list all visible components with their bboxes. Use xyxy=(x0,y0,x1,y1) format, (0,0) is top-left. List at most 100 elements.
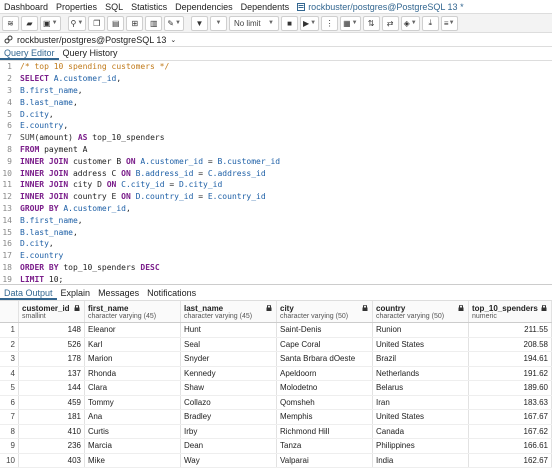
code-line[interactable]: 19 LIMIT 10; xyxy=(0,273,552,284)
table-row[interactable]: 7 181 Ana Bradley Memphis United States 167.67 xyxy=(0,410,552,425)
table-row[interactable]: 5 144 Clara Shaw Molodetno Belarus 189.60 xyxy=(0,381,552,396)
table-cell[interactable]: 183.63 xyxy=(469,395,552,409)
code-line[interactable]: 5 D.city, xyxy=(0,108,552,120)
menu-dependents[interactable]: Dependents xyxy=(237,0,294,14)
table-cell[interactable]: 181 xyxy=(19,410,85,424)
table-cell[interactable]: Marcia xyxy=(85,439,181,453)
macros-button[interactable]: ≡ ▼ xyxy=(440,15,458,31)
column-header[interactable]: country character varying (50) xyxy=(373,301,469,322)
code-line[interactable]: 4 B.last_name, xyxy=(0,96,552,108)
table-cell[interactable]: Iran xyxy=(373,395,469,409)
limit-select[interactable]: No limit ▼ xyxy=(228,15,279,31)
table-cell[interactable]: Mike xyxy=(85,453,181,467)
download-button[interactable]: ⤓ xyxy=(421,15,439,31)
tab-query-history[interactable]: Query History xyxy=(59,47,122,60)
menu-dependencies[interactable]: Dependencies xyxy=(171,0,237,14)
table-cell[interactable]: Runion xyxy=(373,323,469,337)
filter-dropdown-button[interactable]: ▼ xyxy=(209,15,227,31)
sql-editor[interactable]: 1 /* top 10 spending customers */2 SELECT … xyxy=(0,61,552,285)
table-cell[interactable]: 208.58 xyxy=(469,337,552,351)
table-row[interactable]: 10 403 Mike Way Valparai India 162.67 xyxy=(0,453,552,468)
code-line[interactable]: 15 B.last_name, xyxy=(0,226,552,238)
find-button[interactable]: ⚲ ▼ xyxy=(67,15,87,31)
code-line[interactable]: 7 SUM (amount) AS top_10_spenders xyxy=(0,132,552,144)
table-cell[interactable]: Eleanor xyxy=(85,323,181,337)
explain-analyze-button[interactable]: ▦ ▼ xyxy=(340,15,361,31)
table-cell[interactable]: 167.67 xyxy=(469,410,552,424)
table-cell[interactable]: Saint-Denis xyxy=(277,323,373,337)
code-line[interactable]: 11 INNER JOIN city D ON C.city_id = D.cit… xyxy=(0,179,552,191)
table-cell[interactable]: Marion xyxy=(85,352,181,366)
table-cell[interactable]: Tommy xyxy=(85,395,181,409)
code-line[interactable]: 17 E.country xyxy=(0,250,552,262)
execute-button[interactable]: ▶ ▼ xyxy=(299,15,320,31)
rollback-button[interactable]: ⇄ xyxy=(381,15,399,31)
connection-bar[interactable]: rockbuster/postgres@PostgreSQL 13 ⌄ xyxy=(0,33,552,47)
code-line[interactable]: 6 E.country, xyxy=(0,120,552,132)
table-cell[interactable]: 144 xyxy=(19,381,85,395)
copy-button[interactable]: ❐ xyxy=(88,15,106,31)
filter-button[interactable]: ▼ xyxy=(190,15,208,31)
table-cell[interactable]: 526 xyxy=(19,337,85,351)
clear-button[interactable]: ◈ ▼ xyxy=(400,15,420,31)
table-cell[interactable]: 162.67 xyxy=(469,453,552,467)
column-header[interactable]: top_10_spenders numeric xyxy=(469,301,552,322)
table-cell[interactable]: Bradley xyxy=(181,410,277,424)
table-cell[interactable]: Richmond Hill xyxy=(277,424,373,438)
table-cell[interactable]: Cape Coral xyxy=(277,337,373,351)
table-cell[interactable]: 410 xyxy=(19,424,85,438)
stop-button[interactable]: ■ xyxy=(280,15,298,31)
menu-dashboard[interactable]: Dashboard xyxy=(0,0,52,14)
table-cell[interactable]: 459 xyxy=(19,395,85,409)
table-cell[interactable]: 403 xyxy=(19,453,85,467)
table-cell[interactable]: Way xyxy=(181,453,277,467)
db-button[interactable]: ≋ xyxy=(2,15,19,31)
tab-explain[interactable]: Explain xyxy=(57,287,95,300)
table-row[interactable]: 6 459 Tommy Collazo Qomsheh Iran 183.63 xyxy=(0,395,552,410)
table-cell[interactable]: Collazo xyxy=(181,395,277,409)
commit-button[interactable]: ⇅ xyxy=(362,15,380,31)
column-header[interactable]: customer_id smallint xyxy=(19,301,85,322)
add-row-button[interactable]: ⊞ xyxy=(126,15,144,31)
table-cell[interactable]: Netherlands xyxy=(373,366,469,380)
table-cell[interactable]: Molodetno xyxy=(277,381,373,395)
table-cell[interactable]: Dean xyxy=(181,439,277,453)
code-line[interactable]: 13 GROUP BY A.customer_id, xyxy=(0,203,552,215)
tab-messages[interactable]: Messages xyxy=(94,287,143,300)
code-line[interactable]: 10 INNER JOIN address C ON B.address_id =… xyxy=(0,167,552,179)
table-cell[interactable]: United States xyxy=(373,410,469,424)
code-line[interactable]: 16 D.city, xyxy=(0,238,552,250)
table-row[interactable]: 2 526 Karl Seal Cape Coral United States 208.5… xyxy=(0,337,552,352)
open-file-button[interactable]: ▰ xyxy=(21,15,38,31)
table-cell[interactable]: Irby xyxy=(181,424,277,438)
table-cell[interactable]: 236 xyxy=(19,439,85,453)
table-cell[interactable]: Belarus xyxy=(373,381,469,395)
table-cell[interactable]: Rhonda xyxy=(85,366,181,380)
code-line[interactable]: 9 INNER JOIN customer B ON A.customer_id … xyxy=(0,155,552,167)
table-cell[interactable]: 167.62 xyxy=(469,424,552,438)
table-cell[interactable]: Apeldoorn xyxy=(277,366,373,380)
table-cell[interactable]: 178 xyxy=(19,352,85,366)
code-line[interactable]: 14 B.first_name, xyxy=(0,214,552,226)
column-header[interactable]: first_name character varying (45) xyxy=(85,301,181,322)
delete-button[interactable]: ▥ xyxy=(145,15,163,31)
explain-button[interactable]: ⋮ xyxy=(321,15,339,31)
table-cell[interactable]: Snyder xyxy=(181,352,277,366)
table-cell[interactable]: Brazil xyxy=(373,352,469,366)
table-row[interactable]: 1 148 Eleanor Hunt Saint-Denis Runion 211.55 xyxy=(0,323,552,338)
code-line[interactable]: 2 SELECT A.customer_id, xyxy=(0,73,552,85)
table-cell[interactable]: Curtis xyxy=(85,424,181,438)
code-line[interactable]: 1 /* top 10 spending customers */ xyxy=(0,61,552,73)
table-cell[interactable]: Karl xyxy=(85,337,181,351)
code-line[interactable]: 8 FROM payment A xyxy=(0,144,552,156)
tab-data-output[interactable]: Data Output xyxy=(0,287,57,300)
table-cell[interactable]: Ana xyxy=(85,410,181,424)
table-cell[interactable]: Philippines xyxy=(373,439,469,453)
table-cell[interactable]: 148 xyxy=(19,323,85,337)
table-cell[interactable]: India xyxy=(373,453,469,467)
table-cell[interactable]: United States xyxy=(373,337,469,351)
table-cell[interactable]: 211.55 xyxy=(469,323,552,337)
tab-query-editor[interactable]: Query Editor xyxy=(0,47,59,60)
table-cell[interactable]: Shaw xyxy=(181,381,277,395)
tab-notifications[interactable]: Notifications xyxy=(143,287,200,300)
